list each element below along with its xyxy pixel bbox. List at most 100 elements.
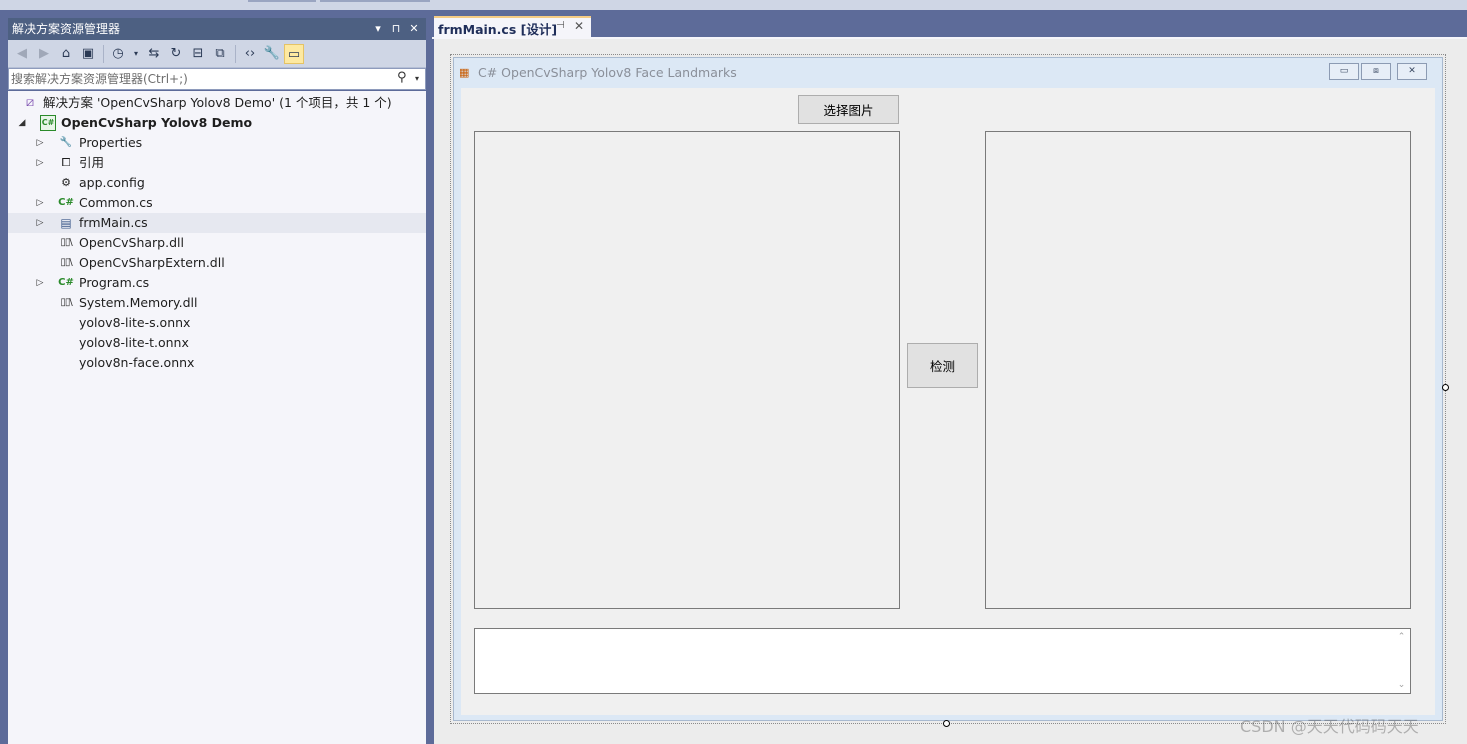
form-client-area: 选择图片 检测 ⌃ ⌄ (461, 88, 1435, 715)
toolbar-separator (235, 45, 236, 63)
dropdown-arrow-icon[interactable]: ▾ (126, 44, 146, 64)
collapsed-arrow-icon[interactable]: ▷ (34, 133, 46, 153)
collapsed-arrow-icon[interactable]: ▷ (34, 213, 46, 233)
tree-node-opencvsharp-dll[interactable]: ▯▯\ OpenCvSharp.dll (8, 233, 426, 253)
tree-node-yolov8-lite-t-onnx[interactable]: yolov8-lite-t.onnx (8, 333, 426, 353)
sync-with-document-icon[interactable]: ⇆ (144, 44, 164, 64)
solution-explorer-search: ⚲ ▾ (8, 68, 426, 90)
dll-icon: ▯▯\ (60, 297, 72, 308)
tree-node-label: OpenCvSharp Yolov8 Demo (61, 115, 253, 130)
form-title: C# OpenCvSharp Yolov8 Face Landmarks (478, 65, 737, 80)
tree-node-label: yolov8n-face.onnx (79, 355, 195, 370)
tree-node-frmmain-cs[interactable]: ▷ ▤ frmMain.cs (8, 213, 426, 233)
tree-node-properties[interactable]: ▷ 🔧 Properties (8, 133, 426, 153)
tree-node-label: OpenCvSharp.dll (79, 235, 184, 250)
view-code-icon[interactable]: ‹› (240, 44, 260, 64)
search-icon[interactable]: ⚲ (397, 70, 413, 88)
tree-node-opencvsharpextern-dll[interactable]: ▯▯\ OpenCvSharpExtern.dll (8, 253, 426, 273)
tree-node-common-cs[interactable]: ▷ C# Common.cs (8, 193, 426, 213)
collapse-all-icon[interactable]: ⊟ (188, 44, 208, 64)
tree-node-label: System.Memory.dll (79, 295, 198, 310)
search-input[interactable] (11, 70, 391, 88)
top-strip-segment (320, 0, 430, 2)
resize-handle-bottom[interactable] (943, 720, 950, 727)
csharp-file-icon: C# (58, 277, 74, 288)
tree-node-yolov8n-face-onnx[interactable]: yolov8n-face.onnx (8, 353, 426, 373)
form-app-icon: ▦ (459, 66, 470, 79)
switch-views-icon[interactable]: ▣ (78, 44, 98, 64)
csharp-file-icon: C# (58, 197, 74, 208)
tab-label: frmMain.cs [设计] (438, 22, 558, 37)
tree-node-label: Program.cs (79, 275, 150, 290)
tree-node-project[interactable]: ◢ C# OpenCvSharp Yolov8 Demo (8, 113, 426, 133)
back-icon[interactable]: ◀ (12, 44, 32, 64)
document-tab-strip: frmMain.cs [设计] ⊣ ✕ (432, 10, 1467, 37)
dll-icon: ▯▯\ (60, 237, 72, 248)
solution-tree: ⧄ 解决方案 'OpenCvSharp Yolov8 Demo' (1 个项目，… (8, 91, 426, 744)
tree-node-system-memory-dll[interactable]: ▯▯\ System.Memory.dll (8, 293, 426, 313)
properties-wrench-icon[interactable]: 🔧 (262, 44, 282, 64)
show-all-files-icon[interactable]: ⧉ (210, 44, 230, 64)
tree-node-label: 解决方案 'OpenCvSharp Yolov8 Demo' (1 个项目，共 … (43, 95, 392, 110)
minimize-icon[interactable]: ▭ (1329, 63, 1359, 80)
preview-selected-items-icon[interactable]: ▭ (284, 44, 304, 64)
tab-frmmain-designer[interactable]: frmMain.cs [设计] ⊣ ✕ (434, 16, 591, 37)
top-strip-segment (248, 0, 316, 2)
solution-explorer-title: 解决方案资源管理器 (12, 22, 121, 36)
detect-button[interactable]: 检测 (907, 343, 978, 388)
search-options-dropdown-icon[interactable]: ▾ (415, 70, 425, 88)
collapsed-arrow-icon[interactable]: ▷ (34, 273, 46, 293)
solution-explorer-titlebar: 解决方案资源管理器 ▾ ⊓ ✕ (8, 18, 426, 40)
tree-node-yolov8-lite-s-onnx[interactable]: yolov8-lite-s.onnx (8, 313, 426, 333)
tree-node-label: 引用 (79, 155, 105, 170)
maximize-icon[interactable]: ⧈ (1361, 63, 1391, 80)
expanded-arrow-icon[interactable]: ◢ (16, 113, 28, 133)
dropdown-icon[interactable]: ▾ (370, 18, 386, 40)
refresh-icon[interactable]: ↻ (166, 44, 186, 64)
textbox-scrollbar[interactable]: ⌃ ⌄ (1393, 629, 1410, 693)
select-image-button[interactable]: 选择图片 (798, 95, 899, 124)
pin-icon[interactable]: ⊓ (388, 18, 404, 40)
close-icon[interactable]: ✕ (1397, 63, 1427, 80)
collapsed-arrow-icon[interactable]: ▷ (34, 153, 46, 173)
tree-node-label: app.config (79, 175, 145, 190)
source-picture-box (474, 131, 900, 609)
scroll-down-icon[interactable]: ⌄ (1396, 680, 1407, 690)
watermark: CSDN @天天代码码天天 (1240, 717, 1419, 736)
tree-node-label: Properties (79, 135, 143, 150)
tree-node-program-cs[interactable]: ▷ C# Program.cs (8, 273, 426, 293)
solution-explorer-toolbar: ◀ ▶ ⌂ ▣ ◷ ▾ ⇆ ↻ ⊟ ⧉ ‹› 🔧 ▭ (8, 40, 426, 68)
tree-node-label: Common.cs (79, 195, 153, 210)
pending-changes-filter-icon[interactable]: ◷ (108, 44, 128, 64)
home-icon[interactable]: ⌂ (56, 44, 76, 64)
form-file-icon: ▤ (60, 216, 72, 230)
output-textbox[interactable]: ⌃ ⌄ (474, 628, 1411, 694)
forward-icon[interactable]: ▶ (34, 44, 54, 64)
solution-icon: ⧄ (25, 95, 35, 110)
tree-node-label: frmMain.cs (79, 215, 148, 230)
tree-node-label: OpenCvSharpExtern.dll (79, 255, 225, 270)
toolbar-separator (103, 45, 104, 63)
csharp-project-icon: C# (40, 115, 56, 131)
references-icon: ⧠ (61, 156, 71, 169)
pin-icon[interactable]: ⊣ (556, 20, 565, 31)
top-strip (0, 0, 1467, 10)
tree-node-app-config[interactable]: ⚙ app.config (8, 173, 426, 193)
close-icon[interactable]: ✕ (406, 18, 422, 40)
tree-node-solution[interactable]: ⧄ 解决方案 'OpenCvSharp Yolov8 Demo' (1 个项目，… (8, 93, 426, 113)
solution-explorer-panel: 解决方案资源管理器 ▾ ⊓ ✕ ◀ ▶ ⌂ ▣ ◷ ▾ ⇆ ↻ ⊟ ⧉ ‹› 🔧… (0, 10, 432, 744)
form-window[interactable]: ▦ C# OpenCvSharp Yolov8 Face Landmarks ▭… (453, 57, 1443, 721)
scroll-up-icon[interactable]: ⌃ (1396, 632, 1407, 642)
document-area: frmMain.cs [设计] ⊣ ✕ ▦ C# OpenCvSharp Yol… (432, 10, 1467, 744)
tree-node-references[interactable]: ▷ ⧠ 引用 (8, 153, 426, 173)
close-icon[interactable]: ✕ (574, 19, 584, 33)
design-surface: ▦ C# OpenCvSharp Yolov8 Face Landmarks ▭… (434, 39, 1467, 744)
tree-node-label: yolov8-lite-t.onnx (79, 335, 189, 350)
config-file-icon: ⚙ (61, 176, 71, 189)
resize-handle-right[interactable] (1442, 384, 1449, 391)
collapsed-arrow-icon[interactable]: ▷ (34, 193, 46, 213)
result-picture-box (985, 131, 1411, 609)
dll-icon: ▯▯\ (60, 257, 72, 268)
tree-node-label: yolov8-lite-s.onnx (79, 315, 191, 330)
form-titlebar: ▦ C# OpenCvSharp Yolov8 Face Landmarks ▭… (454, 58, 1442, 88)
